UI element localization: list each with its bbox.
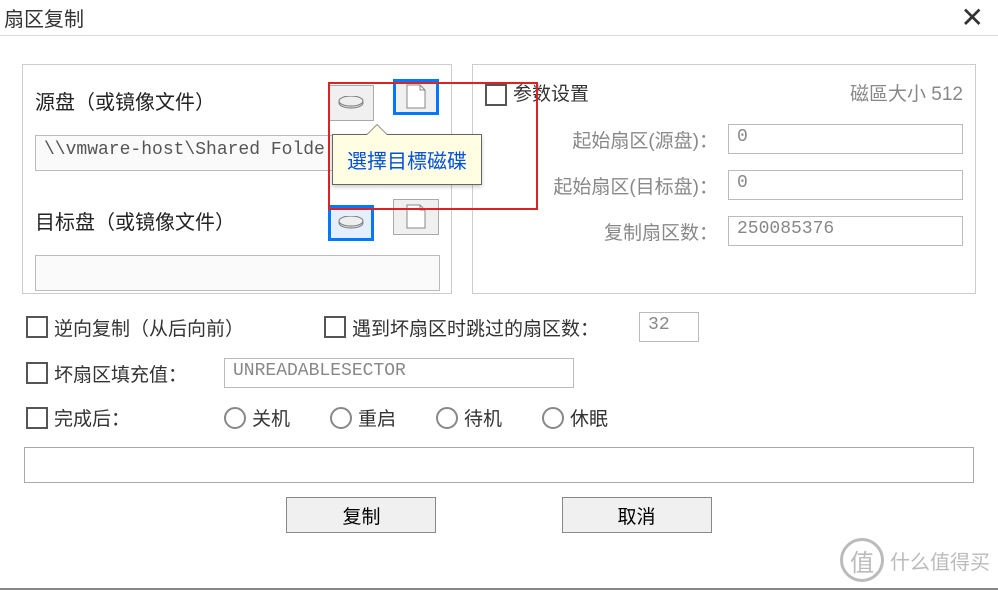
target-file-button[interactable] xyxy=(393,199,439,235)
params-title: 参数设置 xyxy=(513,79,589,106)
start-dst-input[interactable]: 0 xyxy=(728,170,963,200)
radio-hibernate[interactable] xyxy=(542,407,564,429)
after-label: 完成后： xyxy=(54,404,224,431)
dialog-content: 源盘（或镜像文件） \\vmware-host\Shared Folde 目标盘… xyxy=(0,36,998,543)
options-area: 逆向复制（从后向前） 遇到坏扇区时跳过的扇区数： 32 坏扇区填充值： UNRE… xyxy=(22,294,976,431)
watermark-text: 什么值得买 xyxy=(890,546,990,575)
radio-shutdown[interactable] xyxy=(224,407,246,429)
params-group: 参数设置 磁區大小 512 起始扇区(源盘)： 0 起始扇区(目标盘)： 0 复… xyxy=(472,64,976,294)
window-title: 扇区复制 xyxy=(4,3,84,32)
radio-standby[interactable] xyxy=(436,407,458,429)
reverse-label: 逆向复制（从后向前） xyxy=(54,314,324,341)
cancel-button[interactable]: 取消 xyxy=(562,497,712,533)
tooltip: 選擇目標磁碟 xyxy=(332,134,482,185)
start-src-input[interactable]: 0 xyxy=(728,124,963,154)
source-label: 源盘（或镜像文件） xyxy=(35,86,215,115)
radio-shutdown-label: 关机 xyxy=(252,404,290,431)
target-path-field[interactable] xyxy=(35,255,440,291)
radio-standby-label: 待机 xyxy=(464,404,502,431)
copy-button[interactable]: 复制 xyxy=(286,497,436,533)
radio-restart-label: 重启 xyxy=(358,404,396,431)
fill-checkbox[interactable] xyxy=(26,362,48,384)
skip-bad-checkbox[interactable] xyxy=(324,316,346,338)
fill-label: 坏扇区填充值： xyxy=(54,360,224,387)
params-checkbox[interactable] xyxy=(485,84,507,106)
radio-hibernate-label: 休眠 xyxy=(570,404,608,431)
copy-count-label: 复制扇区数： xyxy=(604,218,718,245)
copy-count-input[interactable]: 250085376 xyxy=(728,216,963,246)
skip-bad-input[interactable]: 32 xyxy=(639,312,699,342)
close-icon[interactable]: ✕ xyxy=(955,4,990,32)
titlebar: 扇区复制 ✕ xyxy=(0,0,998,36)
reverse-checkbox[interactable] xyxy=(26,316,48,338)
fill-input[interactable]: UNREADABLESECTOR xyxy=(224,358,574,388)
sector-size-label: 磁區大小 512 xyxy=(850,79,963,106)
start-src-label: 起始扇区(源盘)： xyxy=(572,126,718,153)
progress-bar xyxy=(24,447,974,483)
watermark-badge: 值 xyxy=(840,538,884,582)
start-dst-label: 起始扇区(目标盘)： xyxy=(553,172,718,199)
radio-restart[interactable] xyxy=(330,407,352,429)
target-label: 目标盘（或镜像文件） xyxy=(35,206,235,235)
button-row: 复制 取消 xyxy=(22,497,976,533)
target-disk-button[interactable] xyxy=(328,205,374,241)
watermark: 值 什么值得买 xyxy=(840,538,990,582)
skip-bad-label: 遇到坏扇区时跳过的扇区数： xyxy=(352,314,599,341)
after-checkbox[interactable] xyxy=(26,407,48,429)
source-file-button[interactable] xyxy=(393,79,439,115)
